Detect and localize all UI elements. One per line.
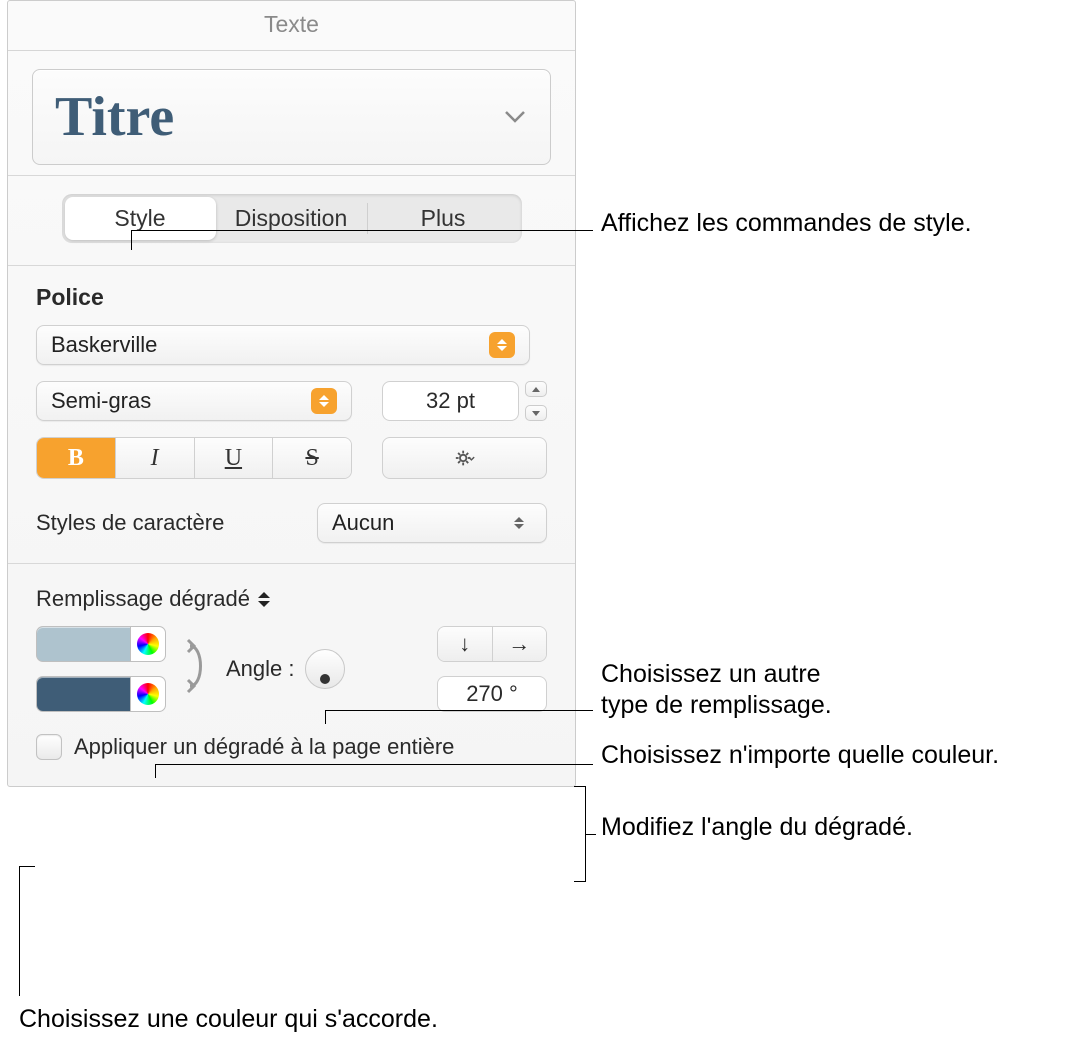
direction-down-button[interactable]: ↓	[438, 627, 493, 661]
advanced-options-button[interactable]	[382, 437, 547, 479]
paragraph-style-popup[interactable]: Titre	[32, 69, 551, 165]
tab-plus[interactable]: Plus	[368, 197, 519, 240]
italic-button[interactable]: I	[116, 438, 195, 478]
font-weight-popup[interactable]: Semi-gras	[36, 381, 352, 421]
angle-label: Angle :	[226, 656, 295, 682]
callout-change-angle: Modifiez l'angle du dégradé.	[601, 812, 913, 842]
callout-style-controls: Affichez les commandes de style.	[601, 208, 972, 238]
bold-button[interactable]: B	[37, 438, 116, 478]
text-style-group: B I U S	[36, 437, 352, 479]
callout-lead	[19, 866, 35, 867]
font-weight-value: Semi-gras	[51, 388, 311, 414]
callout-bracket	[574, 786, 586, 882]
character-style-value: Aucun	[332, 510, 506, 536]
callout-lead	[131, 230, 132, 250]
underline-button[interactable]: U	[195, 438, 274, 478]
callout-any-color: Choisissez n'importe quelle couleur.	[601, 740, 999, 770]
callout-lead	[325, 710, 593, 711]
popup-arrows-icon	[489, 332, 515, 358]
font-size-stepper	[525, 381, 547, 421]
character-style-popup[interactable]: Aucun	[317, 503, 547, 543]
fill-type-popup[interactable]	[258, 592, 270, 607]
color-picker-1[interactable]	[130, 626, 166, 662]
gradient-color-2	[36, 676, 166, 712]
font-family-value: Baskerville	[51, 332, 489, 358]
stepper-down[interactable]	[525, 405, 547, 421]
font-size-field[interactable]: 32 pt	[382, 381, 519, 421]
apply-whole-page-label: Appliquer un dégradé à la page entière	[74, 734, 454, 760]
tab-style[interactable]: Style	[65, 197, 216, 240]
direction-right-button[interactable]: →	[493, 627, 547, 661]
callout-lead	[131, 230, 593, 231]
color-wheel-icon	[137, 633, 159, 655]
callout-lead	[325, 710, 326, 724]
chevron-down-icon	[504, 110, 526, 124]
callout-lead	[155, 764, 156, 778]
gear-icon	[454, 447, 476, 469]
police-heading: Police	[36, 284, 547, 311]
stepper-up[interactable]	[525, 381, 547, 397]
angle-wheel[interactable]	[305, 649, 345, 689]
gradient-direction-group: ↓ →	[437, 626, 547, 662]
swap-colors-button[interactable]	[182, 636, 210, 702]
apply-whole-page-checkbox[interactable]	[36, 734, 62, 760]
popup-arrows-icon	[311, 388, 337, 414]
character-style-label: Styles de caractère	[36, 510, 303, 536]
gradient-color-1	[36, 626, 166, 662]
fill-type-label: Remplissage dégradé	[36, 586, 250, 612]
angle-value-field[interactable]: 270 °	[437, 676, 547, 712]
color-wheel-icon	[137, 683, 159, 705]
color-swatch-2[interactable]	[36, 676, 130, 712]
text-inspector-panel: Texte Titre Style Disposition Plus Polic…	[7, 0, 576, 787]
font-family-popup[interactable]: Baskerville	[36, 325, 530, 365]
paragraph-style-label: Titre	[55, 85, 174, 149]
callout-match-color: Choisissez une couleur qui s'accorde.	[19, 1004, 438, 1034]
color-swatch-1[interactable]	[36, 626, 130, 662]
callout-fill-type-2: type de remplissage.	[601, 690, 832, 720]
angle-dot-icon	[320, 674, 330, 684]
callout-lead	[155, 764, 593, 765]
callout-lead	[19, 866, 20, 996]
callout-fill-type-1: Choisissez un autre	[601, 659, 821, 689]
popup-arrows-icon	[506, 510, 532, 536]
callout-lead	[586, 834, 596, 835]
strike-button[interactable]: S	[273, 438, 351, 478]
color-picker-2[interactable]	[130, 676, 166, 712]
tab-disposition[interactable]: Disposition	[216, 197, 367, 240]
pane-title: Texte	[8, 1, 575, 51]
